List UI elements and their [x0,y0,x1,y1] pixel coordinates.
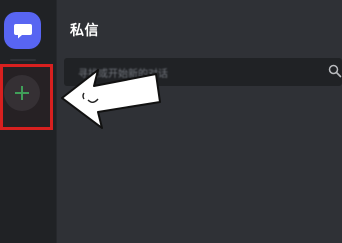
rail-divider [10,59,36,61]
page-title: 私信 [70,23,99,39]
dm-home-button[interactable] [4,12,41,49]
app-window: 私信 寻找或开始新的对话 [0,0,342,243]
chat-bubble-icon [13,23,32,38]
annotation-highlight-box [0,64,53,130]
search-placeholder: 寻找或开始新的对话 [78,69,168,80]
search-input[interactable]: 寻找或开始新的对话 [64,58,342,86]
header: 私信 [56,0,342,56]
search-icon[interactable] [328,64,342,78]
